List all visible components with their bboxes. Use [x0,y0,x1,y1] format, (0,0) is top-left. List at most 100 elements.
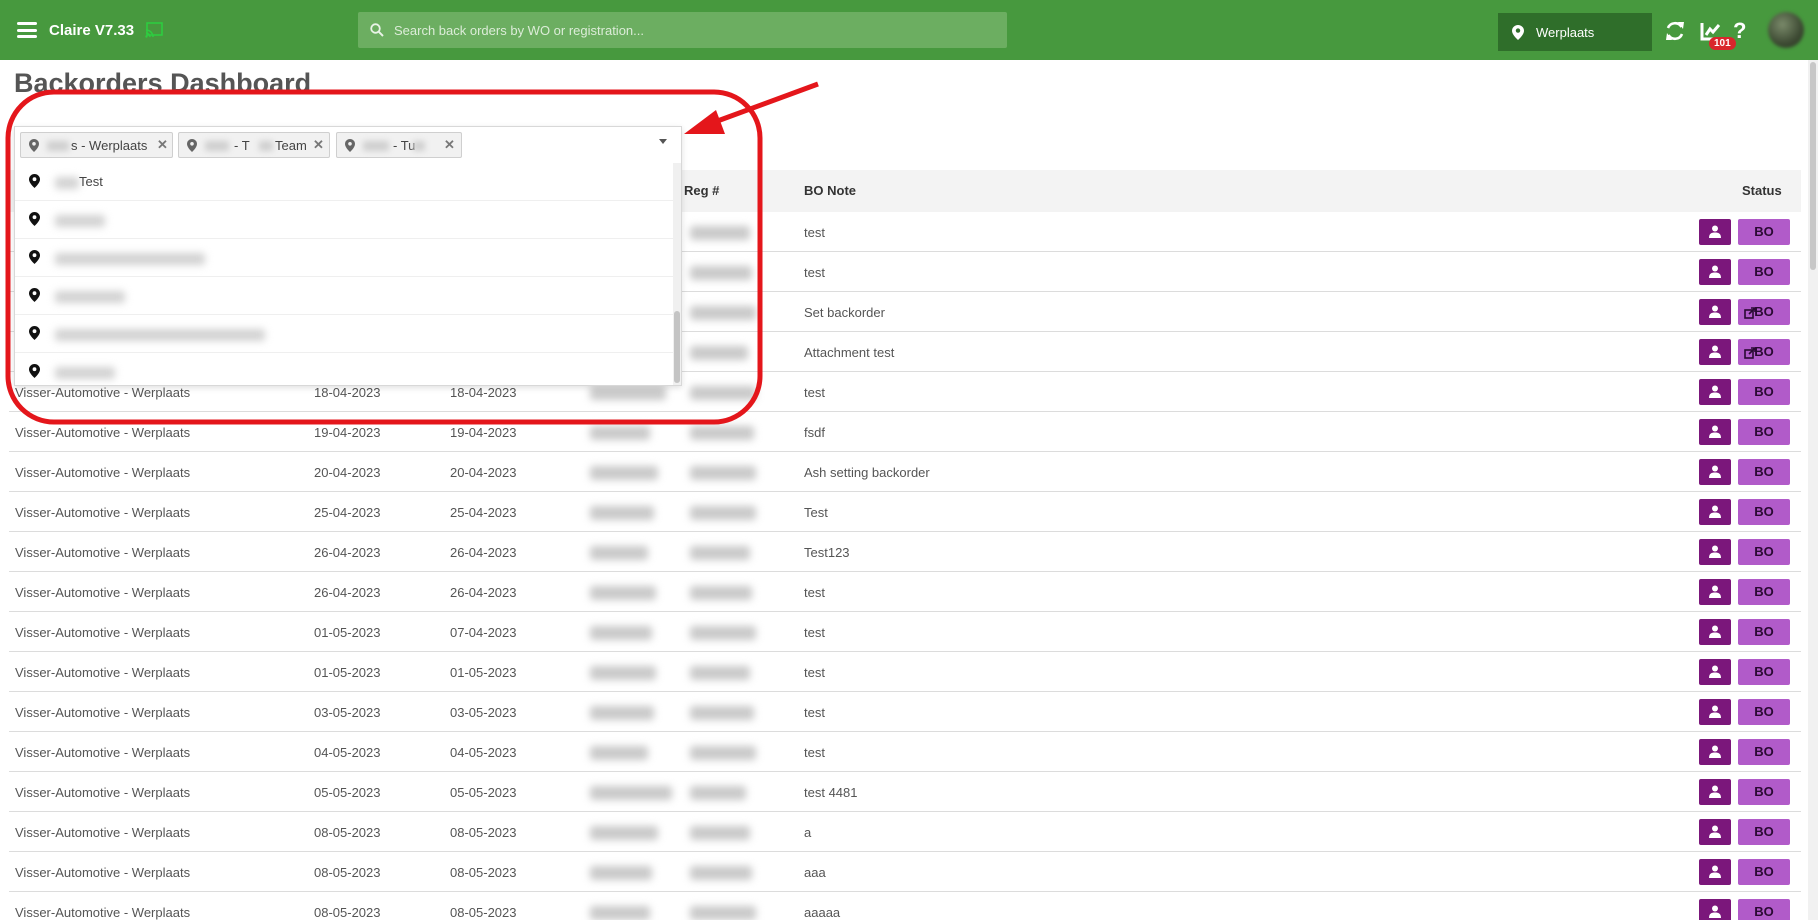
assign-user-button[interactable] [1699,219,1731,245]
assign-user-button[interactable] [1699,739,1731,765]
status-bo-button[interactable]: BO [1738,219,1790,245]
assign-user-button[interactable] [1699,539,1731,565]
external-link-icon [1744,307,1756,319]
table-row[interactable]: Visser-Automotive - Werplaats 01-05-2023 0… [9,612,1801,652]
page-scrollbar[interactable] [1808,60,1818,920]
status-bo-button[interactable]: BO [1738,659,1790,685]
status-bo-button[interactable]: BO [1738,459,1790,485]
assign-user-button[interactable] [1699,659,1731,685]
status-bo-button[interactable]: BO [1738,579,1790,605]
dropdown-scrollbar-thumb[interactable] [674,311,680,383]
table-row[interactable]: Visser-Automotive - Werplaats 25-04-2023 2… [9,492,1801,532]
cell-location: Visser-Automotive - Werplaats [15,465,191,480]
status-bo-button[interactable]: BO [1738,859,1790,885]
table-row[interactable]: Visser-Automotive - Werplaats 01-05-2023 0… [9,652,1801,692]
location-selector[interactable]: Werplaats [1498,13,1652,51]
user-icon [1709,745,1721,758]
header-status: Status [1742,183,1782,198]
assign-user-button[interactable] [1699,779,1731,805]
help-icon[interactable]: ? [1733,18,1746,44]
status-bo-button[interactable]: BO [1738,739,1790,765]
dropdown-option[interactable] [15,239,673,277]
remove-tag-icon[interactable]: ✕ [444,137,455,153]
status-bo-button[interactable]: BO [1738,899,1790,920]
table-row[interactable]: Visser-Automotive - Werplaats 08-05-2023 0… [9,852,1801,892]
cell-bo-note: test [804,385,825,400]
assign-user-button[interactable] [1699,579,1731,605]
cell-location: Visser-Automotive - Werplaats [15,665,191,680]
assign-user-button[interactable] [1699,339,1731,365]
cell-date-1: 08-05-2023 [314,865,381,880]
assign-user-button[interactable] [1699,379,1731,405]
blurred-text [55,177,79,189]
table-row[interactable]: Visser-Automotive - Werplaats 03-05-2023 0… [9,692,1801,732]
user-icon [1709,545,1721,558]
dropdown-option[interactable] [15,277,673,315]
user-icon [1709,785,1721,798]
search-input[interactable] [394,12,994,48]
cell-date-2: 03-05-2023 [450,705,517,720]
table-row[interactable]: Visser-Automotive - Werplaats 05-05-2023 0… [9,772,1801,812]
cast-icon[interactable] [145,22,163,38]
assign-user-button[interactable] [1699,619,1731,645]
dropdown-option[interactable]: Test [15,163,673,201]
assign-user-button[interactable] [1699,259,1731,285]
assign-user-button[interactable] [1699,499,1731,525]
assign-user-button[interactable] [1699,299,1731,325]
menu-icon[interactable] [17,22,37,38]
status-bo-label: BO [1754,424,1774,439]
status-bo-button[interactable]: BO [1738,259,1790,285]
dropdown-scrollbar[interactable] [673,163,681,385]
avatar[interactable] [1768,12,1804,48]
map-pin-icon [187,139,197,152]
map-pin-icon [1512,25,1524,40]
status-bo-button[interactable]: BO [1738,379,1790,405]
blurred-text [55,291,125,303]
status-bo-button[interactable]: BO [1738,819,1790,845]
status-bo-label: BO [1754,904,1774,919]
cell-date-1: 04-05-2023 [314,745,381,760]
cell-bo-note: test [804,625,825,640]
table-row[interactable]: Visser-Automotive - Werplaats 26-04-2023 2… [9,572,1801,612]
refresh-icon[interactable] [1664,20,1686,42]
location-filter-dropdown[interactable]: s - Werplaats ✕ - T Team ✕ - Tu ✕ Test [14,126,682,386]
search-box[interactable] [358,12,1007,48]
table-row[interactable]: Visser-Automotive - Werplaats 04-05-2023 0… [9,732,1801,772]
status-bo-button[interactable]: BO [1738,699,1790,725]
table-row[interactable]: Visser-Automotive - Werplaats 08-05-2023 0… [9,812,1801,852]
cell-location: Visser-Automotive - Werplaats [15,425,191,440]
blurred-text [259,141,273,151]
blurred-text [55,215,105,227]
table-row[interactable]: Visser-Automotive - Werplaats 26-04-2023 2… [9,532,1801,572]
remove-tag-icon[interactable]: ✕ [157,137,168,153]
blurred-text [47,141,69,151]
cell-bo-note: test [804,665,825,680]
cell-date-1: 08-05-2023 [314,905,381,920]
assign-user-button[interactable] [1699,419,1731,445]
assign-user-button[interactable] [1699,819,1731,845]
status-bo-button[interactable]: BO [1738,299,1790,325]
assign-user-button[interactable] [1699,699,1731,725]
status-bo-button[interactable]: BO [1738,539,1790,565]
map-pin-icon [345,139,355,152]
status-bo-button[interactable]: BO [1738,419,1790,445]
status-bo-button[interactable]: BO [1738,619,1790,645]
status-bo-button[interactable]: BO [1738,499,1790,525]
assign-user-button[interactable] [1699,459,1731,485]
user-icon [1709,505,1721,518]
table-row[interactable]: Visser-Automotive - Werplaats 08-05-2023 0… [9,892,1801,920]
scrollbar-thumb[interactable] [1810,62,1816,270]
chevron-down-icon[interactable] [659,139,667,144]
dropdown-option[interactable] [15,353,673,385]
status-bo-button[interactable]: BO [1738,339,1790,365]
assign-user-button[interactable] [1699,859,1731,885]
table-row[interactable]: Visser-Automotive - Werplaats 20-04-2023 2… [9,452,1801,492]
map-pin-icon [29,326,40,340]
status-bo-button[interactable]: BO [1738,779,1790,805]
table-row[interactable]: Visser-Automotive - Werplaats 19-04-2023 1… [9,412,1801,452]
assign-user-button[interactable] [1699,899,1731,920]
dropdown-option[interactable] [15,315,673,353]
remove-tag-icon[interactable]: ✕ [313,137,324,153]
dropdown-option[interactable] [15,201,673,239]
cell-bo-note: test 4481 [804,785,858,800]
